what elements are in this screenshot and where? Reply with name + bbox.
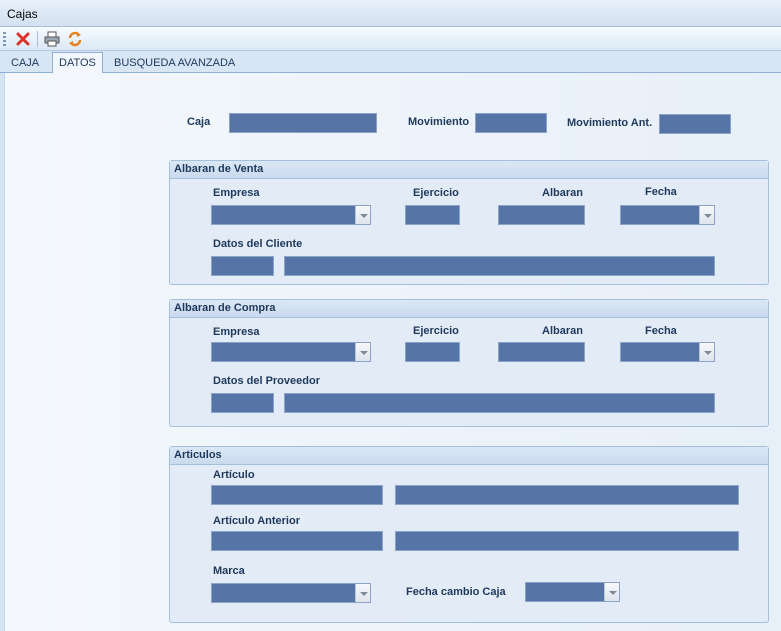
datos-panel: Caja Movimiento Movimiento Ant. Albaran … bbox=[4, 73, 781, 631]
tab-busqueda-avanzada[interactable]: BUSQUEDA AVANZADA bbox=[108, 53, 241, 73]
albaran-compra-title: Albaran de Compra bbox=[170, 300, 768, 318]
chevron-down-icon[interactable] bbox=[355, 584, 370, 602]
articulo-anterior-code-field[interactable] bbox=[211, 531, 383, 551]
articulo-code-field[interactable] bbox=[211, 485, 383, 505]
datos-proveedor-label: Datos del Proveedor bbox=[213, 375, 320, 387]
venta-albaran-label: Albaran bbox=[542, 187, 583, 199]
compra-empresa-select[interactable] bbox=[211, 342, 371, 362]
compra-fecha-picker[interactable] bbox=[620, 342, 715, 362]
chevron-down-icon[interactable] bbox=[604, 583, 619, 601]
venta-ejercicio-field[interactable] bbox=[405, 205, 460, 225]
delete-icon bbox=[16, 32, 30, 46]
compra-empresa-label: Empresa bbox=[213, 326, 260, 338]
cliente-code-field[interactable] bbox=[211, 256, 274, 276]
articulos-title: Articulos bbox=[170, 447, 768, 465]
articulo-desc-field[interactable] bbox=[395, 485, 739, 505]
print-button[interactable] bbox=[43, 30, 61, 48]
movimiento-ant-label: Movimiento Ant. bbox=[567, 117, 653, 129]
albaran-compra-group: Albaran de Compra Empresa Ejercicio Alba… bbox=[169, 299, 769, 427]
compra-albaran-label: Albaran bbox=[542, 325, 583, 337]
articulo-label: Artículo bbox=[213, 469, 255, 481]
chevron-down-icon[interactable] bbox=[355, 206, 370, 224]
tab-strip: CAJA DATOS BUSQUEDA AVANZADA bbox=[0, 51, 781, 73]
chevron-down-icon[interactable] bbox=[699, 206, 714, 224]
movimiento-label: Movimiento bbox=[408, 116, 470, 128]
movimiento-field[interactable] bbox=[475, 113, 547, 133]
venta-ejercicio-label: Ejercicio bbox=[413, 187, 459, 199]
chevron-down-icon[interactable] bbox=[699, 343, 714, 361]
proveedor-code-field[interactable] bbox=[211, 393, 274, 413]
toolbar bbox=[0, 27, 781, 51]
print-icon bbox=[44, 31, 60, 47]
datos-cliente-label: Datos del Cliente bbox=[213, 238, 303, 250]
compra-albaran-field[interactable] bbox=[498, 342, 585, 362]
caja-field[interactable] bbox=[229, 113, 377, 133]
compra-ejercicio-field[interactable] bbox=[405, 342, 460, 362]
compra-fecha-label: Fecha bbox=[645, 325, 677, 337]
albaran-venta-group: Albaran de Venta Empresa Ejercicio Albar… bbox=[169, 160, 769, 285]
caja-label: Caja bbox=[187, 116, 211, 128]
movimiento-ant-field[interactable] bbox=[659, 114, 731, 134]
toolbar-grip-icon[interactable] bbox=[3, 32, 6, 46]
articulos-group: Articulos Artículo Artículo Anterior Mar… bbox=[169, 446, 769, 623]
articulo-anterior-desc-field[interactable] bbox=[395, 531, 739, 551]
compra-ejercicio-label: Ejercicio bbox=[413, 325, 459, 337]
refresh-button[interactable] bbox=[66, 30, 84, 48]
title-bar: Cajas bbox=[0, 0, 781, 27]
marca-label: Marca bbox=[213, 565, 245, 577]
venta-empresa-select[interactable] bbox=[211, 205, 371, 225]
tab-datos[interactable]: DATOS bbox=[52, 52, 103, 73]
chevron-down-icon[interactable] bbox=[355, 343, 370, 361]
refresh-icon bbox=[68, 31, 82, 47]
venta-fecha-picker[interactable] bbox=[620, 205, 715, 225]
articulo-anterior-label: Artículo Anterior bbox=[213, 515, 300, 527]
venta-albaran-field[interactable] bbox=[498, 205, 585, 225]
fecha-cambio-caja-picker[interactable] bbox=[525, 582, 620, 602]
fecha-cambio-caja-label: Fecha cambio Caja bbox=[406, 586, 506, 598]
cliente-name-field[interactable] bbox=[284, 256, 715, 276]
delete-button[interactable] bbox=[14, 30, 32, 48]
marca-select[interactable] bbox=[211, 583, 371, 603]
tab-caja[interactable]: CAJA bbox=[5, 53, 45, 73]
albaran-venta-title: Albaran de Venta bbox=[170, 161, 768, 179]
venta-empresa-label: Empresa bbox=[213, 187, 260, 199]
window-title: Cajas bbox=[7, 7, 38, 21]
toolbar-separator bbox=[37, 31, 38, 47]
venta-fecha-label: Fecha bbox=[645, 186, 677, 198]
proveedor-name-field[interactable] bbox=[284, 393, 715, 413]
